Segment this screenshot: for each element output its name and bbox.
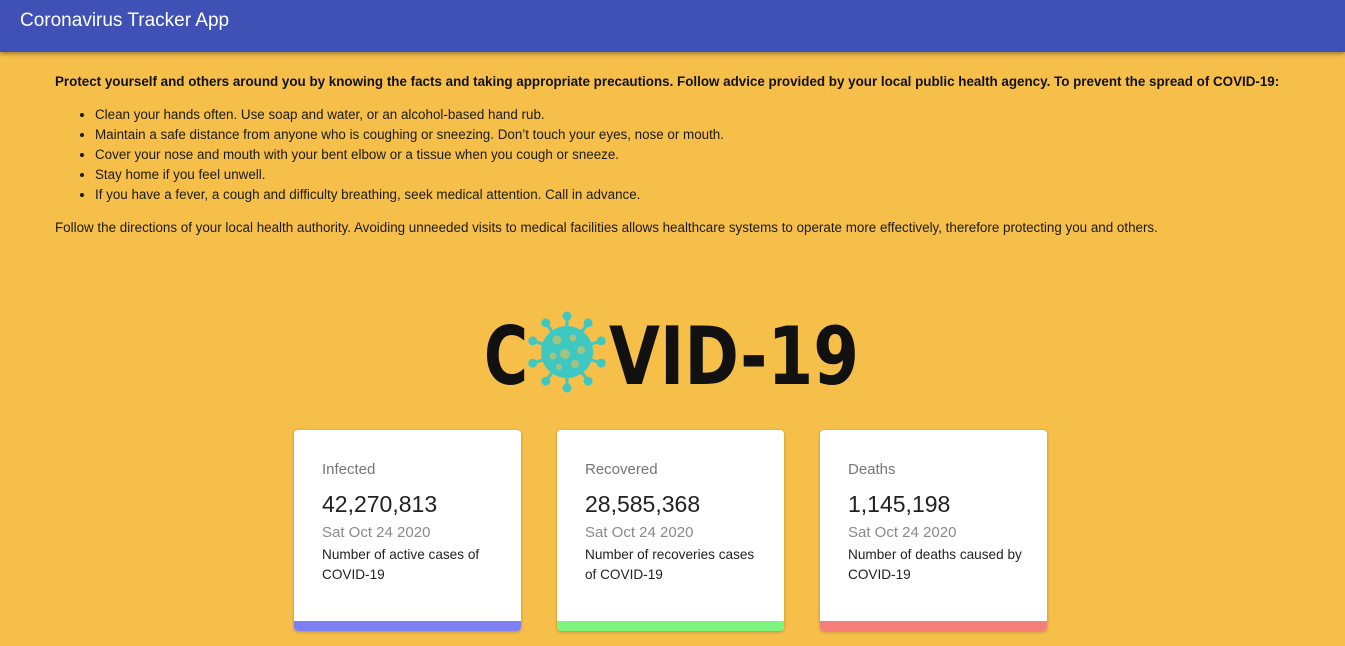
list-item: Clean your hands often. Use soap and wat… [95, 105, 1280, 125]
app-bar: Coronavirus Tracker App [0, 0, 1345, 52]
card-date: Sat Oct 24 2020 [322, 524, 431, 541]
info-section: Protect yourself and others around you b… [55, 72, 1280, 238]
list-item: Cover your nose and mouth with your bent… [95, 145, 1280, 165]
intro-text: Protect yourself and others around you b… [55, 74, 1280, 89]
deaths-card: Deaths 1,145,198 Sat Oct 24 2020 Number … [820, 430, 1047, 631]
card-date: Sat Oct 24 2020 [585, 524, 694, 541]
card-date: Sat Oct 24 2020 [848, 524, 957, 541]
outro-text: Follow the directions of your local heal… [55, 220, 1158, 235]
card-color-bar [557, 621, 784, 631]
card-color-bar [820, 621, 1047, 631]
card-description: Number of deaths caused by COVID-19 [848, 547, 1022, 582]
covid-19-logo: C VID-19 [484, 310, 859, 398]
app-title: Coronavirus Tracker App [20, 10, 230, 31]
prevention-tips-list: Clean your hands often. Use soap and wat… [55, 105, 1280, 205]
logo-letter-c: C [484, 310, 528, 398]
card-color-bar [294, 621, 521, 631]
card-value: 42,270,813 [322, 491, 438, 517]
logo-text-vid-19: VID-19 [609, 310, 859, 398]
card-title: Infected [322, 461, 376, 478]
virus-icon [528, 311, 606, 393]
infected-card: Infected 42,270,813 Sat Oct 24 2020 Numb… [294, 430, 521, 631]
list-item: Maintain a safe distance from anyone who… [95, 125, 1280, 145]
card-description: Number of recoveries cases of COVID-19 [585, 547, 755, 582]
list-item: Stay home if you feel unwell. [95, 165, 1280, 185]
card-title: Recovered [585, 461, 658, 478]
list-item: If you have a fever, a cough and difficu… [95, 185, 1280, 205]
recovered-card: Recovered 28,585,368 Sat Oct 24 2020 Num… [557, 430, 784, 631]
card-value: 28,585,368 [585, 491, 701, 517]
card-value: 1,145,198 [848, 491, 951, 517]
card-title: Deaths [848, 461, 896, 478]
card-description: Number of active cases of COVID-19 [322, 547, 480, 582]
